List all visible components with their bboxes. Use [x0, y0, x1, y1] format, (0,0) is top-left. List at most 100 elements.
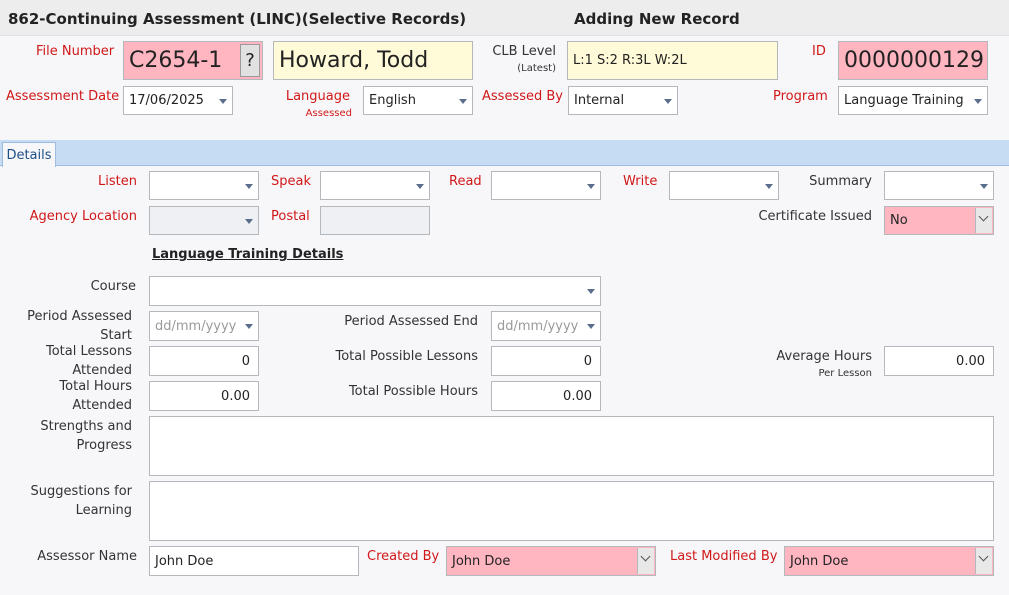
- chevron-down-icon: [765, 183, 773, 189]
- total-possible-lessons-label: Total Possible Lessons: [335, 349, 479, 364]
- clb-level-sublabel: (Latest): [517, 63, 556, 74]
- language-label: Language: [285, 89, 350, 104]
- last-modified-by-select[interactable]: John Doe: [784, 546, 994, 576]
- program-select[interactable]: Language Training: [838, 86, 988, 115]
- tab-bar: [0, 140, 1009, 166]
- strengths-label-line1: Strengths and: [40, 419, 132, 434]
- total-hours-attended-value: 0.00: [221, 388, 250, 404]
- chevron-down-icon: [587, 289, 595, 294]
- program-label: Program: [773, 89, 828, 104]
- clb-level-value: L:1 S:2 R:3L W:2L: [573, 53, 687, 68]
- period-end-label: Period Assessed End: [344, 314, 478, 329]
- chevron-down-icon: [459, 98, 467, 104]
- language-sublabel: Assessed: [305, 108, 352, 119]
- chevron-down-icon: [219, 98, 227, 104]
- assessment-date-label: Assessment Date: [6, 89, 120, 104]
- client-name-field: Howard, Todd: [273, 41, 473, 80]
- client-name-value: Howard, Todd: [279, 48, 429, 73]
- total-possible-hours-label: Total Possible Hours: [348, 384, 478, 399]
- chevron-down-icon: [975, 208, 992, 233]
- chevron-down-icon: [637, 548, 654, 574]
- created-by-label: Created By: [367, 549, 440, 564]
- assessor-name-label: Assessor Name: [37, 549, 137, 564]
- suggestions-label-line2: Learning: [75, 503, 132, 518]
- summary-select[interactable]: [884, 171, 994, 200]
- certificate-issued-value: No: [890, 213, 908, 228]
- speak-label: Speak: [271, 174, 311, 189]
- language-select[interactable]: English: [363, 86, 473, 115]
- assessment-date-picker[interactable]: 17/06/2025: [123, 86, 233, 115]
- strengths-textarea[interactable]: [149, 416, 994, 476]
- tab-details[interactable]: Details: [2, 142, 56, 167]
- clb-level-label: CLB Level: [492, 44, 556, 59]
- assessor-name-input[interactable]: John Doe: [149, 546, 359, 576]
- suggestions-textarea[interactable]: [149, 481, 994, 541]
- created-by-select[interactable]: John Doe: [446, 546, 656, 576]
- average-hours-value: 0.00: [956, 353, 985, 369]
- assessment-date-value: 17/06/2025: [129, 93, 204, 108]
- last-modified-by-value: John Doe: [790, 553, 849, 569]
- assessed-by-label: Assessed By: [482, 89, 563, 104]
- suggestions-label-line1: Suggestions for: [30, 484, 132, 499]
- agency-location-label: Agency Location: [29, 209, 137, 224]
- assessed-by-value: Internal: [574, 93, 625, 108]
- chevron-down-icon: [980, 183, 988, 189]
- total-hours-attended-label-line1: Total Hours: [59, 379, 132, 394]
- id-field: 0000000129: [838, 41, 988, 80]
- form-title: 862-Continuing Assessment (LINC)(Selecti…: [8, 10, 467, 28]
- course-select[interactable]: [149, 276, 601, 306]
- record-mode: Adding New Record: [574, 10, 740, 28]
- chevron-down-icon: [245, 218, 253, 224]
- last-modified-by-label: Last Modified By: [670, 549, 778, 564]
- average-hours-sublabel: Per Lesson: [818, 368, 872, 379]
- postal-label: Postal: [271, 209, 310, 224]
- chevron-down-icon: [245, 324, 253, 329]
- strengths-label-line2: Progress: [76, 438, 132, 453]
- certificate-issued-select[interactable]: No: [884, 206, 994, 235]
- assessor-name-value: John Doe: [155, 553, 214, 569]
- write-label: Write: [623, 174, 658, 189]
- period-end-picker[interactable]: dd/mm/yyyy: [491, 311, 601, 341]
- agency-location-select[interactable]: [149, 206, 259, 235]
- period-start-label-line1: Period Assessed: [27, 309, 132, 324]
- postal-field: [320, 206, 430, 235]
- total-possible-hours-value: 0.00: [563, 388, 592, 404]
- listen-select[interactable]: [149, 171, 259, 200]
- average-hours-input: 0.00: [884, 346, 994, 376]
- section-title: Language Training Details: [152, 247, 344, 262]
- period-start-placeholder: dd/mm/yyyy: [155, 318, 237, 334]
- id-label: ID: [812, 44, 826, 59]
- total-hours-attended-input[interactable]: 0.00: [149, 381, 259, 411]
- read-select[interactable]: [491, 171, 601, 200]
- average-hours-label: Average Hours: [776, 349, 872, 364]
- total-lessons-attended-input[interactable]: 0: [149, 346, 259, 376]
- total-possible-hours-input[interactable]: 0.00: [491, 381, 601, 411]
- file-number-field[interactable]: C2654-1 ?: [123, 41, 263, 80]
- total-lessons-attended-label-line2: Attended: [72, 363, 132, 378]
- total-lessons-attended-label-line1: Total Lessons: [45, 344, 132, 359]
- summary-label: Summary: [809, 174, 872, 189]
- read-label: Read: [449, 174, 482, 189]
- speak-select[interactable]: [320, 171, 430, 200]
- total-hours-attended-label-line2: Attended: [72, 398, 132, 413]
- chevron-down-icon: [587, 324, 595, 329]
- language-value: English: [369, 93, 416, 108]
- certificate-issued-label: Certificate Issued: [758, 209, 872, 224]
- period-end-placeholder: dd/mm/yyyy: [497, 318, 579, 334]
- program-value: Language Training: [844, 93, 964, 108]
- total-possible-lessons-input[interactable]: 0: [491, 346, 601, 376]
- total-lessons-attended-value: 0: [241, 353, 250, 369]
- chevron-down-icon: [975, 548, 992, 574]
- file-number-label: File Number: [36, 44, 115, 59]
- period-start-label-line2: Start: [100, 328, 132, 343]
- period-start-picker[interactable]: dd/mm/yyyy: [149, 311, 259, 341]
- write-select[interactable]: [669, 171, 779, 200]
- assessed-by-select[interactable]: Internal: [568, 86, 678, 115]
- chevron-down-icon: [416, 183, 424, 189]
- clb-level-field: L:1 S:2 R:3L W:2L: [567, 41, 778, 80]
- chevron-down-icon: [587, 183, 595, 189]
- id-value: 0000000129: [844, 48, 984, 73]
- course-label: Course: [90, 279, 136, 294]
- file-lookup-button[interactable]: ?: [240, 44, 260, 77]
- total-possible-lessons-value: 0: [583, 353, 592, 369]
